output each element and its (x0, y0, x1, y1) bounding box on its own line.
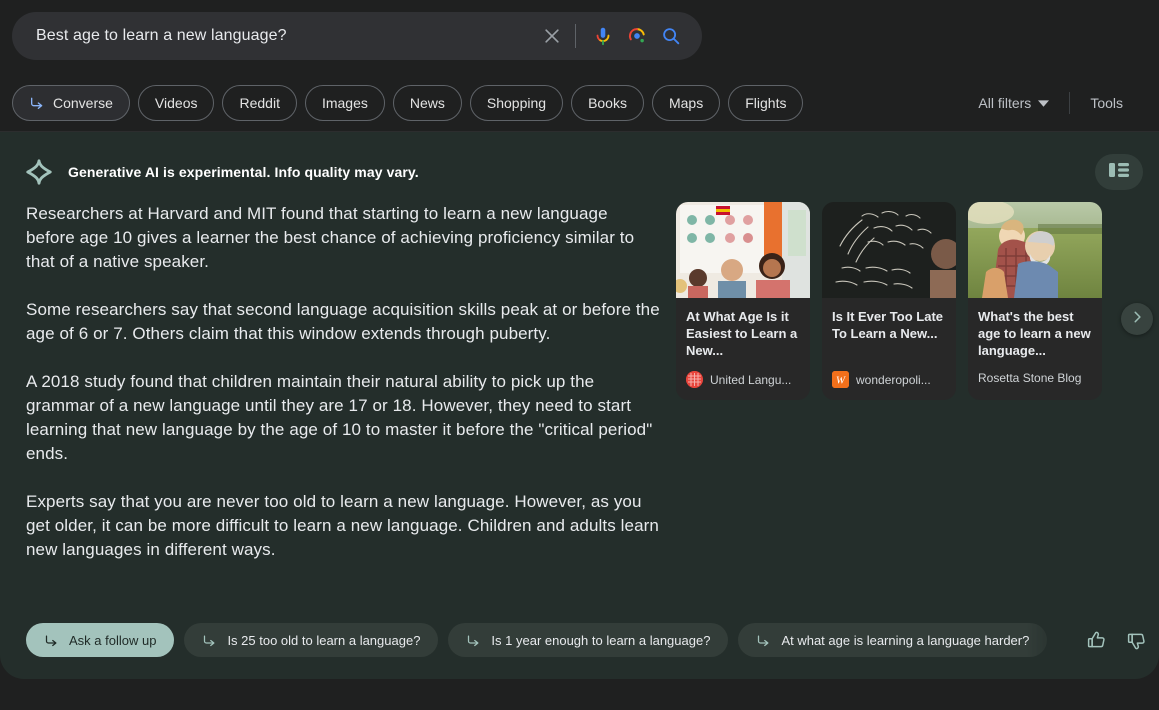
tab-label: Reddit (239, 94, 280, 111)
all-filters-label: All filters (978, 94, 1032, 111)
tab-label: Books (588, 94, 627, 111)
followup-chips-row: Ask a follow up Is 25 too old to learn a… (0, 623, 1159, 657)
clear-search-icon[interactable] (535, 19, 569, 53)
source-card[interactable]: What's the best age to learn a new langu… (968, 202, 1102, 400)
tab-news[interactable]: News (392, 84, 462, 121)
card-title: Is It Ever Too Late To Learn a New... (832, 309, 944, 341)
nav-right-controls: All filters Tools (964, 86, 1147, 120)
search-input[interactable]: Best age to learn a new language? (36, 27, 535, 45)
tab-videos[interactable]: Videos (137, 84, 215, 121)
ai-paragraph: Some researchers say that second languag… (26, 300, 660, 343)
card-source: W wonderopoli... (832, 371, 946, 388)
tab-label: Videos (154, 94, 198, 111)
card-source-label: United Langu... (710, 372, 792, 387)
tab-books[interactable]: Books (571, 84, 644, 121)
chevron-right-icon (1130, 310, 1144, 329)
tab-reddit[interactable]: Reddit (222, 84, 297, 121)
followup-chip[interactable]: Is 1 year enough to learn a language? (448, 623, 729, 657)
card-thumbnail-classroom (676, 202, 810, 298)
united-language-favicon (686, 371, 703, 388)
ai-answer-text: Researchers at Harvard and MIT found tha… (0, 202, 660, 586)
tab-label: Images (321, 94, 368, 111)
search-submit-icon[interactable] (654, 19, 688, 53)
tab-label: News (409, 94, 445, 111)
chip-label: Ask a follow up (69, 632, 157, 648)
card-meta: Is It Ever Too Late To Learn a New... W … (822, 298, 956, 400)
card-source-label: wonderopoli... (856, 372, 931, 387)
source-card[interactable]: At What Age Is it Easiest to Learn a New… (676, 202, 810, 400)
tools-button[interactable]: Tools (1076, 86, 1137, 120)
ai-paragraph: Researchers at Harvard and MIT found tha… (26, 204, 635, 271)
converse-arrow-icon (29, 95, 45, 111)
search-divider (575, 24, 576, 48)
search-header: Best age to learn a new language? (0, 0, 1159, 74)
tab-label: Converse (53, 94, 113, 111)
source-cards-list: At What Age Is it Easiest to Learn a New… (676, 202, 1159, 400)
ai-paragraph: Experts say that you are never too old t… (26, 492, 659, 559)
card-meta: What's the best age to learn a new langu… (968, 298, 1102, 397)
card-title: What's the best age to learn a new langu… (978, 309, 1091, 358)
thumbs-up-icon[interactable] (1083, 627, 1109, 653)
tab-list: Converse Videos Reddit Images News Shopp… (12, 84, 964, 121)
search-bar[interactable]: Best age to learn a new language? (12, 12, 702, 60)
followup-arrow-icon (202, 633, 217, 648)
tab-flights[interactable]: Flights (728, 84, 804, 121)
ai-panel-body: Researchers at Harvard and MIT found tha… (0, 192, 1159, 586)
svg-text:W: W (836, 374, 846, 386)
chip-label: At what age is learning a language harde… (781, 632, 1030, 648)
navigation-tabs-bar: Converse Videos Reddit Images News Shopp… (0, 74, 1159, 132)
ai-sparkle-icon (26, 159, 52, 185)
card-source: Rosetta Stone Blog (978, 371, 1092, 385)
chip-label: Is 1 year enough to learn a language? (491, 632, 711, 648)
card-thumbnail-chalkboard (822, 202, 956, 298)
tab-label: Shopping (486, 94, 547, 111)
source-cards-carousel: At What Age Is it Easiest to Learn a New… (660, 202, 1159, 586)
chevron-down-icon (1038, 95, 1050, 111)
feedback-buttons (1077, 627, 1149, 653)
followup-chip[interactable]: At what age is learning a language harde… (738, 623, 1048, 657)
wonderopolis-favicon: W (832, 371, 849, 388)
ai-panel-header: Generative AI is experimental. Info qual… (0, 152, 1159, 192)
ask-followup-button[interactable]: Ask a follow up (26, 623, 175, 657)
followup-arrow-icon (466, 633, 481, 648)
layout-view-icon (1109, 162, 1129, 183)
layout-view-toggle-button[interactable] (1095, 154, 1143, 190)
card-source: United Langu... (686, 371, 800, 388)
carousel-next-button[interactable] (1121, 303, 1153, 335)
thumbs-down-icon[interactable] (1123, 627, 1149, 653)
chip-label: Is 25 too old to learn a language? (227, 632, 421, 648)
microphone-icon[interactable] (586, 19, 620, 53)
generative-ai-panel: Generative AI is experimental. Info qual… (0, 132, 1159, 679)
followup-chip[interactable]: Is 25 too old to learn a language? (184, 623, 439, 657)
ai-disclaimer-text: Generative AI is experimental. Info qual… (68, 164, 419, 180)
followup-arrow-icon (44, 633, 59, 648)
followup-chips-scroller[interactable]: Ask a follow up Is 25 too old to learn a… (26, 623, 1067, 657)
source-card[interactable]: Is It Ever Too Late To Learn a New... W … (822, 202, 956, 400)
tab-label: Maps (668, 94, 704, 111)
tab-images[interactable]: Images (304, 84, 385, 121)
google-lens-icon[interactable] (620, 19, 654, 53)
card-title: At What Age Is it Easiest to Learn a New… (686, 309, 798, 358)
ai-paragraph: A 2018 study found that children maintai… (26, 372, 653, 463)
all-filters-button[interactable]: All filters (964, 86, 1063, 120)
card-meta: At What Age Is it Easiest to Learn a New… (676, 298, 810, 400)
card-source-label: Rosetta Stone Blog (978, 371, 1082, 385)
nav-separator (1069, 91, 1071, 114)
tab-maps[interactable]: Maps (651, 84, 721, 121)
tab-shopping[interactable]: Shopping (469, 84, 564, 121)
followup-arrow-icon (756, 633, 771, 648)
tab-label: Flights (745, 94, 787, 111)
card-thumbnail-grandfather-field (968, 202, 1102, 298)
tab-converse[interactable]: Converse (12, 84, 130, 121)
